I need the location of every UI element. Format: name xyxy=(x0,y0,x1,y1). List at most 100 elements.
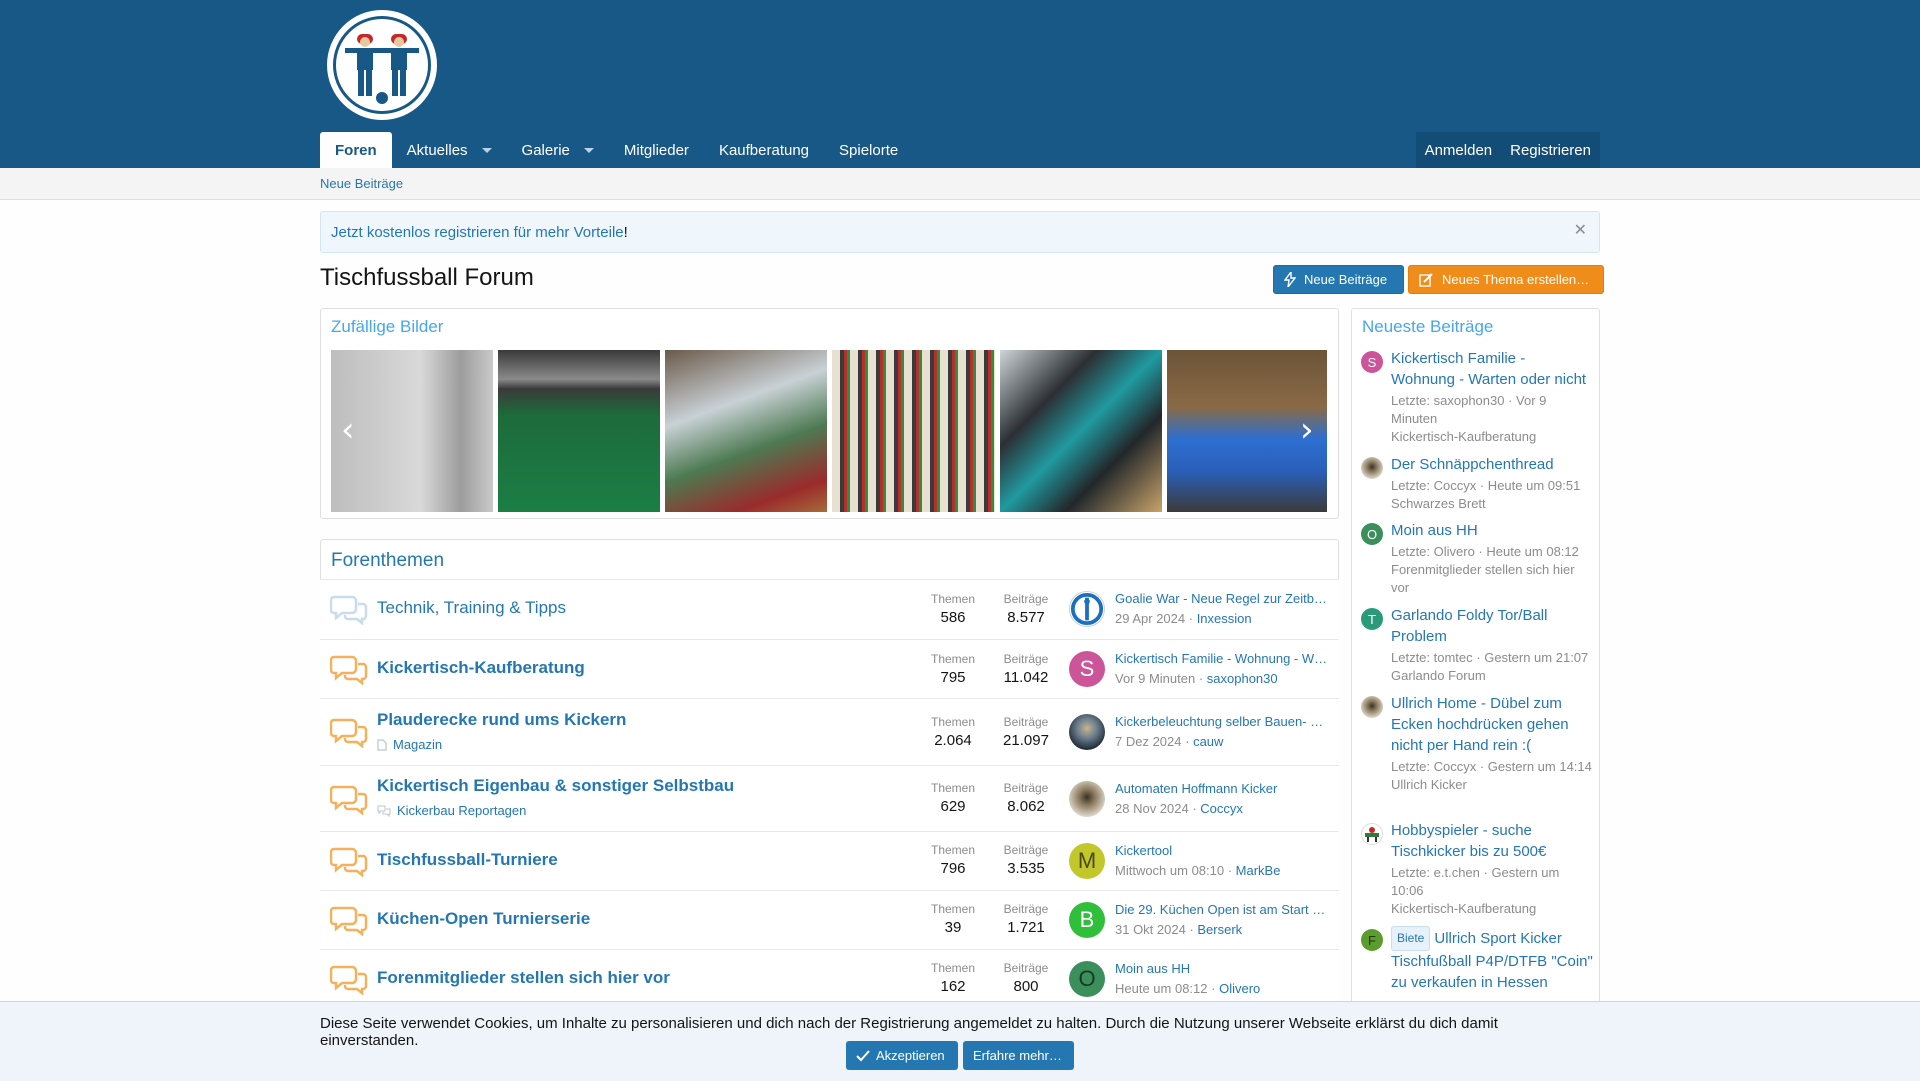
forum-row[interactable]: Kickertisch-Kaufberatung Themen 795 Beitr… xyxy=(320,639,1339,698)
nav-mitglieder[interactable]: Mitglieder xyxy=(609,132,704,168)
avatar[interactable]: T xyxy=(1361,608,1383,630)
last-post: Kickerbeleuchtung selber Bauen- … 7 Dez 2… xyxy=(1115,714,1330,749)
last-post-meta: 7 Dez 2024 · cauw xyxy=(1115,734,1224,749)
avatar[interactable] xyxy=(1069,591,1105,627)
forum-row[interactable]: Technik, Training & Tipps Themen 586 Beit… xyxy=(320,579,1339,639)
gallery-image[interactable] xyxy=(498,350,660,512)
nav-aktuelles[interactable]: Aktuelles xyxy=(392,132,507,168)
login-link[interactable]: Anmelden xyxy=(1416,132,1502,168)
gallery-image[interactable] xyxy=(1000,350,1162,512)
latest-post-meta: Letzte: tomtec · Gestern um 21:07 xyxy=(1391,650,1589,665)
chat-bubbles-icon xyxy=(330,655,368,685)
latest-post-title[interactable]: Hobbyspieler - suche Tischkicker bis zu … xyxy=(1391,820,1593,862)
chevron-left-icon[interactable]: ‹ xyxy=(341,410,355,450)
forum-name[interactable]: Tischfussball-Turniere xyxy=(377,850,558,870)
forum-row[interactable]: Forenmitglieder stellen sich hier vor Th… xyxy=(320,949,1339,1009)
latest-post-title[interactable]: Der Schnäppchenthread xyxy=(1391,454,1593,475)
nav-galerie[interactable]: Galerie xyxy=(507,132,609,168)
avatar[interactable] xyxy=(1361,457,1383,479)
forum-name[interactable]: Plauderecke rund ums Kickern xyxy=(377,710,626,730)
nav-kaufberatung[interactable]: Kaufberatung xyxy=(704,132,824,168)
register-notice-link[interactable]: Jetzt kostenlos registrieren für mehr Vo… xyxy=(331,224,624,241)
new-posts-link[interactable]: Neue Beiträge xyxy=(320,176,403,191)
gallery-image[interactable] xyxy=(665,350,827,512)
last-post-meta: Mittwoch um 08:10 · MarkBe xyxy=(1115,863,1281,878)
last-post-title[interactable]: Moin aus HH xyxy=(1115,961,1330,976)
latest-post-forum[interactable]: Garlando Forum xyxy=(1391,667,1593,685)
last-post-user[interactable]: Inxession xyxy=(1197,611,1252,626)
learn-more-button[interactable]: Erfahre mehr… xyxy=(963,1041,1074,1070)
forum-row[interactable]: Plauderecke rund ums Kickern Magazin The… xyxy=(320,698,1339,765)
forum-name[interactable]: Technik, Training & Tipps xyxy=(377,598,566,618)
latest-post-forum[interactable]: Kickertisch-Kaufberatung xyxy=(1391,900,1593,918)
latest-post-forum[interactable]: Schwarzes Brett xyxy=(1391,495,1593,513)
threads-label: Themen xyxy=(930,715,976,729)
latest-post-title[interactable]: Ullrich Home - Dübel zum Ecken hochdrück… xyxy=(1391,693,1593,756)
chevron-right-icon[interactable]: › xyxy=(1300,410,1314,450)
last-post-user[interactable]: Coccyx xyxy=(1200,801,1243,816)
new-posts-button[interactable]: Neue Beiträge xyxy=(1273,265,1404,294)
subforum-link[interactable]: Magazin xyxy=(377,737,442,752)
notice-suffix: ! xyxy=(623,224,628,241)
forum-name[interactable]: Kickertisch Eigenbau & sonstiger Selbstb… xyxy=(377,776,734,796)
avatar[interactable]: S xyxy=(1361,351,1383,373)
latest-post-title[interactable]: Moin aus HH xyxy=(1391,520,1593,541)
register-notice: Jetzt kostenlos registrieren für mehr Vo… xyxy=(320,211,1600,253)
nav-foren[interactable]: Foren xyxy=(320,132,392,168)
avatar[interactable] xyxy=(1069,781,1105,817)
avatar[interactable] xyxy=(1361,823,1383,845)
new-thread-button[interactable]: Neues Thema erstellen… xyxy=(1408,265,1604,294)
avatar[interactable]: F xyxy=(1361,929,1383,951)
chevron-down-icon[interactable] xyxy=(583,147,594,153)
last-post-title[interactable]: Kickerbeleuchtung selber Bauen- … xyxy=(1115,714,1330,729)
last-post-user[interactable]: MarkBe xyxy=(1236,863,1281,878)
avatar[interactable]: B xyxy=(1069,902,1105,938)
latest-post-title[interactable]: Garlando Foldy Tor/Ball Problem xyxy=(1391,605,1593,647)
avatar[interactable]: M xyxy=(1069,843,1105,879)
last-post-meta: 29 Apr 2024 · Inxession xyxy=(1115,611,1252,626)
gallery-image[interactable] xyxy=(832,350,995,512)
nav-foren-label: Foren xyxy=(335,141,377,159)
gallery-image[interactable] xyxy=(331,350,493,512)
forum-name[interactable]: Forenmitglieder stellen sich hier vor xyxy=(377,968,670,988)
latest-post-title[interactable]: Kickertisch Familie - Wohnung - Warten o… xyxy=(1391,348,1593,390)
avatar[interactable]: O xyxy=(1361,523,1383,545)
cookie-notice: Diese Seite verwendet Cookies, um Inhalt… xyxy=(0,1001,1920,1081)
last-post-title[interactable]: Die 29. Küchen Open ist am Start … xyxy=(1115,902,1330,917)
latest-post-title[interactable]: Biete Ullrich Sport Kicker Tischfußball P… xyxy=(1391,926,1593,993)
main-nav: Foren Aktuelles Galerie Mitglieder Kaufb… xyxy=(320,132,913,168)
prefix-badge[interactable]: Biete xyxy=(1391,926,1431,951)
forum-row[interactable]: Kickertisch Eigenbau & sonstiger Selbstb… xyxy=(320,765,1339,831)
forum-row[interactable]: Tischfussball-Turniere Themen 796 Beiträg… xyxy=(320,831,1339,890)
close-icon[interactable]: ✕ xyxy=(1574,220,1587,240)
threads-count: 586 xyxy=(940,609,966,626)
latest-post-forum[interactable]: Kickertisch-Kaufberatung xyxy=(1391,428,1593,446)
last-post-user[interactable]: cauw xyxy=(1193,734,1223,749)
last-post-user[interactable]: saxophon30 xyxy=(1207,671,1278,686)
last-post-user[interactable]: Berserk xyxy=(1197,922,1242,937)
latest-post-forum[interactable]: Forenmitglieder stellen sich hier vor xyxy=(1391,561,1593,597)
last-post-title[interactable]: Automaten Hoffmann Kicker xyxy=(1115,781,1330,796)
latest-post-forum[interactable]: Ullrich Kicker xyxy=(1391,776,1593,794)
last-post-user[interactable]: Olivero xyxy=(1219,981,1260,996)
chevron-down-icon[interactable] xyxy=(481,147,492,153)
nav-spielorte[interactable]: Spielorte xyxy=(824,132,913,168)
avatar[interactable] xyxy=(1361,696,1383,718)
avatar[interactable]: S xyxy=(1069,651,1105,687)
accept-cookies-button[interactable]: Akzeptieren xyxy=(846,1041,958,1070)
register-link[interactable]: Registrieren xyxy=(1501,132,1600,168)
threads-stat: Themen 629 xyxy=(923,781,983,815)
forum-name[interactable]: Küchen-Open Turnierserie xyxy=(377,909,590,929)
forum-name[interactable]: Kickertisch-Kaufberatung xyxy=(377,658,585,678)
site-logo[interactable] xyxy=(320,6,445,125)
bolt-icon xyxy=(1284,272,1296,287)
last-post-date: Mittwoch um 08:10 xyxy=(1115,863,1225,878)
forum-row[interactable]: Küchen-Open Turnierserie Themen 39 Beiträ… xyxy=(320,890,1339,949)
avatar[interactable] xyxy=(1069,714,1105,750)
posts-stat: Beiträge 800 xyxy=(996,961,1056,995)
last-post-title[interactable]: Goalie War - Neue Regel zur Zeitb… xyxy=(1115,591,1330,606)
avatar[interactable]: O xyxy=(1069,961,1105,997)
last-post-title[interactable]: Kickertisch Familie - Wohnung - W… xyxy=(1115,651,1330,666)
subforum-link[interactable]: Kickerbau Reportagen xyxy=(377,803,526,818)
last-post-title[interactable]: Kickertool xyxy=(1115,843,1330,858)
